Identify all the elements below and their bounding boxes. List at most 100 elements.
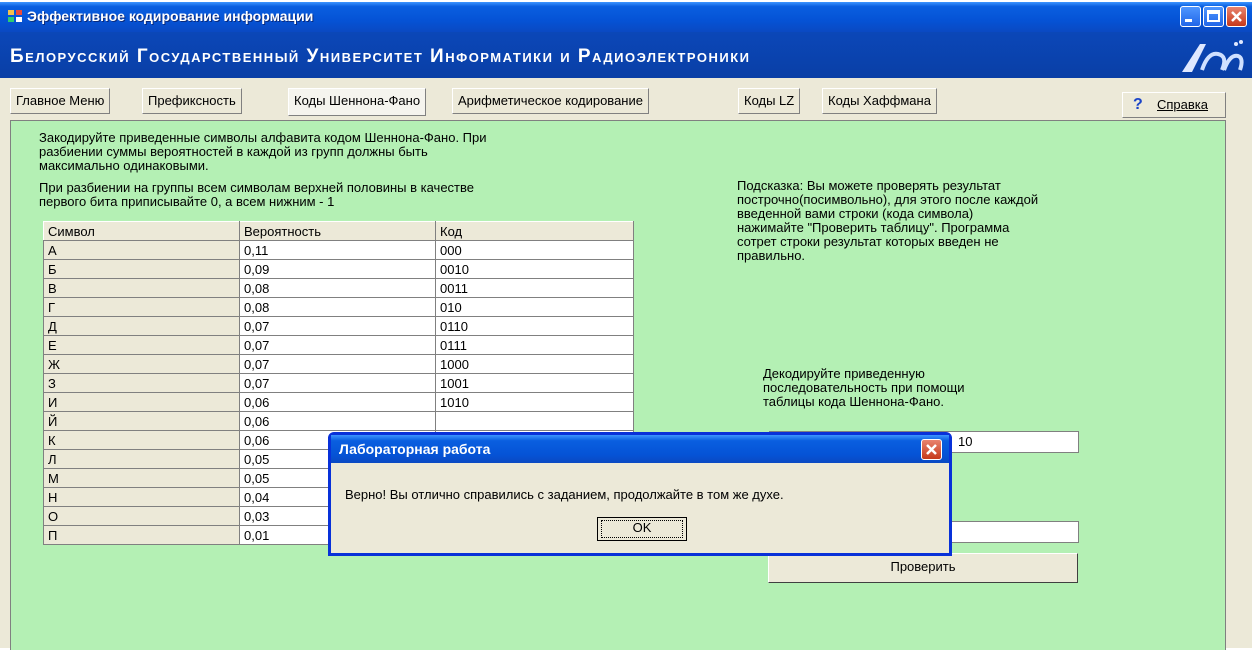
table-row[interactable]: З 0,07 1001 [43,373,634,393]
code-cell[interactable]: 0110 [435,316,634,336]
decode-instructions: Декодируйте приведенную последовательнос… [763,367,965,409]
check-label: Проверить [890,559,956,574]
symbol-cell: Б [43,259,240,279]
university-banner: Белорусский Государственный Университет … [0,32,1252,78]
probability-cell: 0,06 [239,392,436,412]
symbol-cell: П [43,525,240,545]
check-button[interactable]: Проверить [768,553,1078,583]
window-title: Эффективное кодирование информации [27,8,314,24]
instructions: Закодируйте приведенные символы алфавита… [39,131,487,209]
code-cell[interactable]: 1001 [435,373,634,393]
table-row[interactable]: Е 0,07 0111 [43,335,634,355]
hint-text: Подсказка: Вы можете проверять результат… [737,179,1038,263]
table-row[interactable]: Ж 0,07 1000 [43,354,634,374]
hint-line: нажимайте "Проверить таблицу". Программа [737,220,1010,235]
tab-label: Коды Хаффмана [828,93,931,108]
app-icon [8,10,22,22]
symbol-cell: И [43,392,240,412]
tab-huffman[interactable]: Коды Хаффмана [822,88,937,114]
help-button[interactable]: ? Справка [1122,92,1226,118]
table-row[interactable]: А 0,11 000 [43,240,634,260]
probability-cell: 0,09 [239,259,436,279]
code-cell[interactable] [435,411,634,431]
lab-work-dialog: Лабораторная работа Верно! Вы отлично сп… [328,432,952,556]
decode-line: Декодируйте приведенную [763,366,925,381]
university-logo-icon [1182,40,1244,72]
symbol-cell: З [43,373,240,393]
table-row[interactable]: Г 0,08 010 [43,297,634,317]
minimize-icon [1185,19,1192,22]
minimize-button[interactable] [1180,6,1201,27]
app-window: Эффективное кодирование информации Белор… [0,2,1252,650]
symbol-cell: К [43,430,240,450]
probability-cell: 0,06 [239,411,436,431]
symbol-cell: Е [43,335,240,355]
header-code[interactable]: Код [435,221,634,241]
table-row[interactable]: В 0,08 0011 [43,278,634,298]
code-cell[interactable]: 0010 [435,259,634,279]
code-cell[interactable]: 010 [435,297,634,317]
title-bar[interactable]: Эффективное кодирование информации [0,2,1252,32]
probability-cell: 0,07 [239,316,436,336]
tab-main-menu[interactable]: Главное Меню [10,88,111,114]
hint-line: правильно. [737,248,806,263]
code-cell[interactable]: 0111 [435,335,634,355]
symbol-cell: М [43,468,240,488]
tab-label: Коды LZ [744,93,795,108]
instruction-line: первого бита приписывайте 0, а всем нижн… [39,194,335,209]
hint-line: введенной вами строки (кода символа) [737,206,974,221]
hint-line: Подсказка: Вы можете проверять результат [737,178,1001,193]
tab-label: Главное Меню [16,93,105,108]
encoded-sequence-text: 10 [958,434,973,449]
symbol-cell: Й [43,411,240,431]
probability-cell: 0,07 [239,354,436,374]
tab-shannon-fano[interactable]: Коды Шеннона-Фано [288,88,427,116]
decode-line: таблицы кода Шеннона-Фано. [763,394,944,409]
tab-label: Арифметическое кодирование [458,93,643,108]
code-cell[interactable]: 000 [435,240,634,260]
banner-text: Белорусский Государственный Университет … [10,46,751,67]
tab-prefix[interactable]: Префиксность [142,88,242,114]
symbol-cell: Л [43,449,240,469]
ok-button[interactable]: OK [597,517,687,541]
code-cell[interactable]: 0011 [435,278,634,298]
dialog-title-bar[interactable]: Лабораторная работа [331,435,949,463]
symbol-cell: В [43,278,240,298]
probability-cell: 0,07 [239,335,436,355]
tab-arithmetic[interactable]: Арифметическое кодирование [452,88,649,114]
instruction-line: максимально одинаковыми. [39,158,209,173]
code-cell[interactable]: 1010 [435,392,634,412]
help-label: Справка [1157,97,1208,112]
header-probability[interactable]: Вероятность [239,221,436,241]
probability-cell: 0,11 [239,240,436,260]
table-row[interactable]: Й 0,06 [43,411,634,431]
tab-label: Префиксность [148,93,236,108]
close-icon [926,444,937,455]
probability-cell: 0,08 [239,297,436,317]
instruction-line: Закодируйте приведенные символы алфавита… [39,130,487,145]
instruction-line: разбиении суммы вероятностей в каждой из… [39,144,428,159]
close-button[interactable] [1226,6,1247,27]
table-row[interactable]: Б 0,09 0010 [43,259,634,279]
help-icon: ? [1133,96,1143,113]
close-icon [1231,11,1242,22]
table-row[interactable]: И 0,06 1010 [43,392,634,412]
symbol-cell: Ж [43,354,240,374]
hint-line: сотрет строки результат которых введен н… [737,234,999,249]
table-row[interactable]: Д 0,07 0110 [43,316,634,336]
symbol-cell: Г [43,297,240,317]
dialog-close-button[interactable] [921,439,942,460]
tab-lz[interactable]: Коды LZ [738,88,801,114]
maximize-icon [1207,10,1220,22]
probability-cell: 0,07 [239,373,436,393]
symbol-cell: А [43,240,240,260]
maximize-button[interactable] [1203,6,1224,27]
dialog-message: Верно! Вы отлично справились с заданием,… [345,487,784,502]
tab-bar: Главное Меню Префиксность Коды Шеннона-Ф… [0,88,1252,118]
code-cell[interactable]: 1000 [435,354,634,374]
instruction-line: При разбиении на группы всем символам ве… [39,180,475,195]
focus-rect [601,520,683,538]
symbol-cell: Н [43,487,240,507]
header-symbol[interactable]: Символ [43,221,240,241]
symbol-cell: Д [43,316,240,336]
